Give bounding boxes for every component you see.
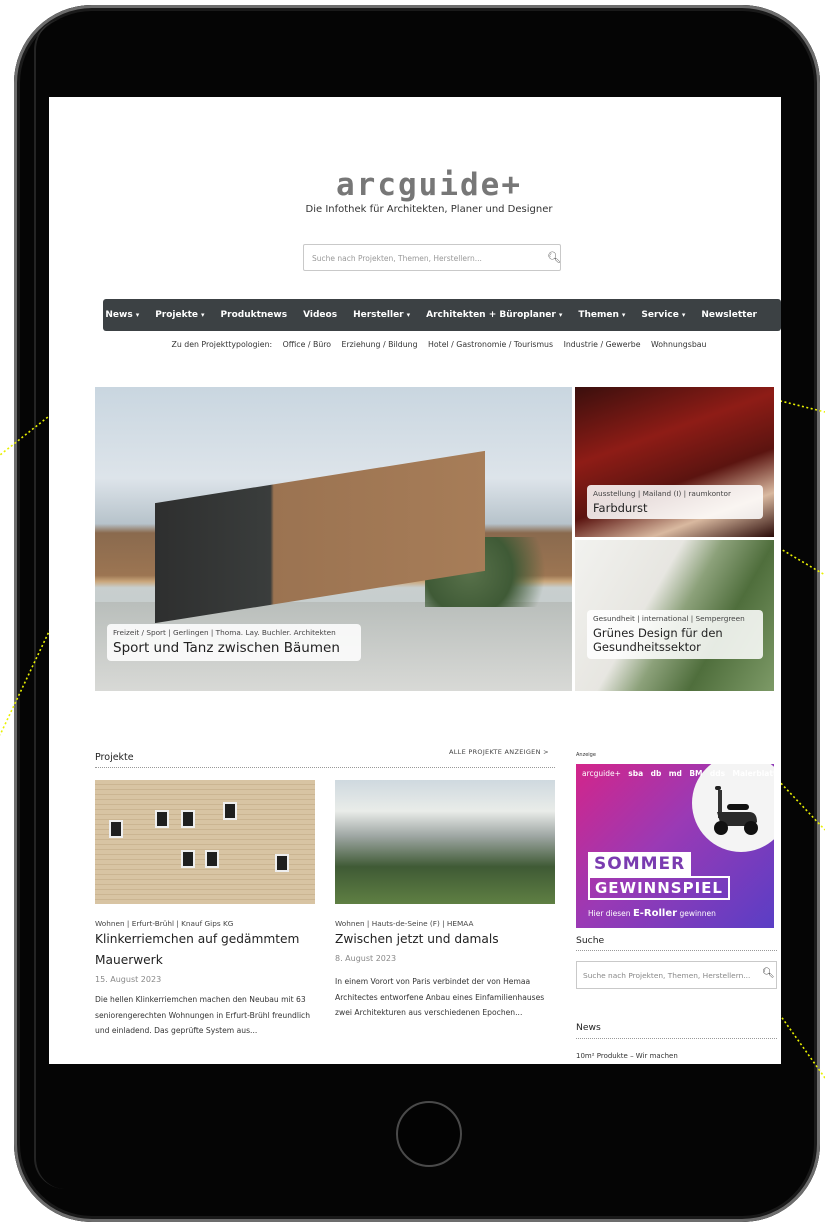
divider	[576, 950, 777, 951]
caret-down-icon: ▾	[681, 311, 686, 319]
search-input[interactable]: Suche nach Projekten, Themen, Hersteller…	[303, 244, 561, 271]
divider	[95, 767, 555, 768]
hero-meta: Freizeit / Sport | Gerlingen | Thoma. La…	[113, 628, 336, 637]
side-teaser-title[interactable]: Grünes Design für den Gesundheitssektor	[593, 626, 757, 655]
nav-item-projekte[interactable]: Projekte ▾	[147, 310, 212, 320]
project-excerpt: Die hellen Klinkerriemchen machen den Ne…	[95, 995, 311, 1035]
project-date: 15. August 2023	[95, 975, 162, 984]
window-shape	[223, 802, 237, 820]
ad-subline-bold: E-Roller	[632, 908, 678, 919]
typology-link-office[interactable]: Office / Büro	[283, 340, 331, 349]
brand-logo: dds	[709, 769, 726, 778]
brand-logo: db	[650, 769, 662, 778]
project-date: 8. August 2023	[335, 954, 397, 963]
typology-link-wohnungsbau[interactable]: Wohnungsbau	[651, 340, 706, 349]
brand-logo: Malerblatt	[732, 769, 774, 778]
nav-item-themen[interactable]: Themen ▾	[570, 310, 633, 320]
nav-item-service[interactable]: Service ▾	[633, 310, 693, 320]
brand-logo: BM	[689, 769, 703, 778]
project-title[interactable]: Zwischen jetzt und damals	[335, 929, 555, 950]
caret-down-icon: ▾	[621, 311, 626, 319]
nav-item-news[interactable]: News ▾	[97, 310, 147, 320]
search-icon[interactable]: 🔍︎	[762, 968, 775, 979]
search-icon[interactable]: 🔍︎	[547, 251, 561, 264]
project-meta: Wohnen | Hauts-de-Seine (F) | HEMAA	[335, 919, 474, 928]
nav-item-hersteller[interactable]: Hersteller ▾	[345, 310, 418, 320]
hero-title[interactable]: Sport und Tanz zwischen Bäumen	[113, 640, 355, 657]
caret-down-icon: ▾	[201, 311, 205, 319]
main-navigation: News ▾ Projekte ▾ Produktnews Videos Herst…	[103, 299, 781, 331]
brand-logo: arcguide+	[582, 769, 621, 778]
window-shape	[109, 820, 123, 838]
site-logo[interactable]: arcguide+	[299, 167, 559, 203]
nav-item-architekten[interactable]: Architekten + Büroplaner ▾	[418, 310, 570, 320]
sidebar-search-input[interactable]: Suche nach Projekten, Themen, Hersteller…	[576, 961, 777, 989]
side-teaser-title[interactable]: Farbdurst	[593, 501, 757, 515]
side-teaser-1[interactable]: Ausstellung | Mailand (I) | raumkontor F…	[575, 387, 774, 537]
caret-down-icon: ▾	[558, 311, 563, 319]
news-teaser[interactable]: 10m² Produkte – Wir machen	[576, 1052, 678, 1060]
sidebar-news-heading: News	[576, 1022, 601, 1033]
scooter-icon	[714, 786, 758, 835]
window-shape	[181, 810, 195, 828]
typology-link-hotel[interactable]: Hotel / Gastronomie / Tourismus	[428, 340, 553, 349]
caret-down-icon: ▾	[406, 311, 411, 319]
ad-label: Anzeige	[576, 752, 596, 758]
ad-banner[interactable]: arcguide+ sba db md BM dds Malerblatt SO…	[576, 764, 774, 928]
browser-viewport: arcguide+ Die Infothek für Architekten, …	[49, 97, 781, 1064]
typology-link-bildung[interactable]: Erziehung / Bildung	[342, 340, 418, 349]
side-teaser-2[interactable]: Gesundheit | international | Sempergreen…	[575, 540, 774, 691]
caret-down-icon: ▾	[135, 311, 140, 319]
window-shape	[275, 854, 289, 872]
nav-item-produktnews[interactable]: Produktnews	[213, 310, 296, 320]
ad-subline-pre: Hier diesen	[588, 909, 633, 918]
nav-item-videos[interactable]: Videos	[295, 310, 345, 320]
window-shape	[181, 850, 195, 868]
hero-caption: Freizeit / Sport | Gerlingen | Thoma. La…	[107, 624, 361, 661]
side-teaser-caption: Ausstellung | Mailand (I) | raumkontor F…	[587, 485, 763, 520]
project-meta: Wohnen | Erfurt-Brühl | Knauf Gips KG	[95, 919, 234, 928]
ad-headline-2: GEWINNSPIEL	[588, 876, 730, 900]
logo-wordmark: arcguide	[336, 167, 502, 203]
project-image[interactable]	[95, 780, 315, 904]
typology-intro: Zu den Projekttypologien:	[171, 340, 273, 349]
side-teaser-meta: Gesundheit | international | Sempergreen	[593, 614, 745, 623]
home-button[interactable]	[396, 1101, 462, 1167]
typology-links: Zu den Projekttypologien: Office / Büro …	[119, 340, 759, 349]
side-teaser-meta: Ausstellung | Mailand (I) | raumkontor	[593, 489, 731, 498]
projects-heading: Projekte	[95, 752, 134, 763]
nav-item-newsletter[interactable]: Newsletter	[693, 310, 765, 320]
ad-subline: Hier diesen E-Roller gewinnen	[588, 908, 716, 919]
sidebar-search-heading: Suche	[576, 935, 605, 946]
ad-headline-1: SOMMER	[588, 852, 692, 876]
project-title[interactable]: Klinkerriemchen auf gedämmtem Mauerwerk	[95, 929, 325, 971]
divider	[576, 1038, 777, 1039]
brand-logo: md	[668, 769, 682, 778]
window-shape	[205, 850, 219, 868]
brand-logo: sba	[628, 769, 644, 778]
site-tagline: Die Infothek für Architekten, Planer und…	[305, 204, 553, 215]
project-excerpt: In einem Vorort von Paris verbindet der …	[335, 977, 545, 1017]
hero-teaser[interactable]: Freizeit / Sport | Gerlingen | Thoma. La…	[95, 387, 572, 691]
all-projects-link[interactable]: ALLE PROJEKTE ANZEIGEN >	[449, 748, 549, 756]
project-image[interactable]	[335, 780, 555, 904]
window-shape	[155, 810, 169, 828]
typology-link-industrie[interactable]: Industrie / Gewerbe	[564, 340, 641, 349]
ad-subline-post: gewinnen	[677, 909, 716, 918]
ad-brand-row: arcguide+ sba db md BM dds Malerblatt	[582, 769, 774, 778]
logo-plus: +	[501, 167, 522, 203]
side-teaser-caption: Gesundheit | international | Sempergreen…	[587, 610, 763, 659]
